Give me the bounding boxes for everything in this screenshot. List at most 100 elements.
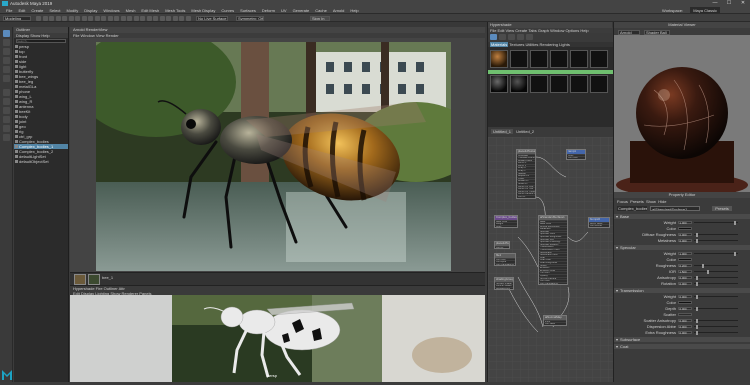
node-port[interactable]: Out Value: [544, 322, 566, 325]
render-thumbnail-2[interactable]: [88, 274, 100, 285]
material-swatch[interactable]: [590, 75, 608, 93]
menu-edit[interactable]: Edit: [18, 7, 25, 14]
lasso-tool-icon[interactable]: [3, 39, 10, 46]
layout-four-icon[interactable]: [3, 98, 10, 105]
status-tool-icon[interactable]: [62, 15, 67, 21]
presets-button[interactable]: Presets: [712, 206, 732, 211]
status-tool-icon[interactable]: [68, 15, 74, 21]
status-tool-icon[interactable]: [140, 15, 145, 21]
menu-display[interactable]: Display: [84, 7, 97, 14]
node-port[interactable]: Volume Shader: [495, 284, 513, 287]
layout-two-icon[interactable]: [3, 107, 10, 114]
status-tool-icon[interactable]: [42, 15, 48, 21]
attribute-value-field[interactable]: 0.000: [678, 330, 692, 335]
outliner-item[interactable]: defaultObjectSet: [14, 159, 68, 164]
shape-dropdown[interactable]: Shader Ball: [644, 29, 670, 35]
status-tool-icon[interactable]: [185, 15, 191, 21]
shader-node[interactable]: bump2d Bump Value Out Normal: [588, 217, 610, 228]
material-swatch[interactable]: [510, 50, 528, 68]
sign-in-button[interactable]: Sign In: [310, 15, 330, 21]
status-tool-icon[interactable]: [172, 15, 178, 21]
menu-arnold[interactable]: Arnold: [333, 7, 345, 14]
attribute-slider[interactable]: [694, 265, 738, 266]
menu-create[interactable]: Create: [31, 7, 43, 14]
close-button[interactable]: ✕: [736, 0, 750, 7]
scale-tool-icon[interactable]: [3, 75, 10, 82]
slider-handle[interactable]: [733, 251, 736, 256]
status-tool-icon[interactable]: [153, 15, 158, 21]
menu-windows[interactable]: Windows: [103, 7, 119, 14]
slider-handle[interactable]: [696, 318, 699, 323]
material-swatch[interactable]: [530, 75, 548, 93]
material-swatch[interactable]: [550, 50, 568, 68]
material-swatch[interactable]: [590, 50, 608, 68]
status-tool-icon[interactable]: [81, 15, 87, 21]
shader-node[interactable]: aiStandardSurface1 Base Base Color Diffuse …: [538, 215, 568, 286]
focus-link[interactable]: Focus: [617, 199, 628, 204]
node-port[interactable]: Surface Shader: [495, 281, 513, 284]
menu-select[interactable]: Select: [49, 7, 60, 14]
graph-tab-2[interactable]: Untitled_2: [514, 129, 536, 134]
hypershade-browser-icon[interactable]: [490, 34, 497, 40]
renderer-dropdown[interactable]: Arnold: [618, 29, 640, 35]
material-swatch[interactable]: [530, 50, 548, 68]
node-port[interactable]: Out UV: [517, 195, 535, 198]
shader-node[interactable]: place2dTexture2Out UV: [494, 241, 510, 250]
slider-handle[interactable]: [706, 269, 709, 274]
attribute-value-field[interactable]: 1.500: [678, 269, 692, 274]
node-port[interactable]: Vertex UV Two: [517, 187, 535, 190]
attribute-value-field[interactable]: 0.000: [678, 306, 692, 311]
hypershade-output-icon[interactable]: [517, 34, 524, 40]
section-header[interactable]: Coat: [614, 344, 750, 349]
attribute-value-field[interactable]: 0.000: [678, 275, 692, 280]
attribute-value-field[interactable]: 1.000: [678, 251, 692, 256]
shader-node[interactable]: file1 Out Color Out Alpha Out Transparency: [494, 253, 516, 267]
menu-surfaces[interactable]: Surfaces: [240, 7, 256, 14]
status-tool-icon[interactable]: [166, 15, 171, 21]
workspace-value[interactable]: Maya Classic: [690, 7, 720, 14]
node-graph[interactable]: place2dTextureCoverageTranslate FrameRot…: [488, 137, 613, 382]
material-swatch[interactable]: [490, 75, 508, 93]
material-swatch[interactable]: [510, 75, 528, 93]
node-port[interactable]: Out Color: [567, 156, 585, 159]
material-swatch[interactable]: [550, 75, 568, 93]
menu-curves[interactable]: Curves: [221, 7, 234, 14]
persp-viewport[interactable]: persp: [172, 295, 382, 382]
menu-generate[interactable]: Generate: [293, 7, 310, 14]
status-tool-icon[interactable]: [75, 15, 80, 21]
status-tool-icon[interactable]: [146, 15, 152, 21]
attribute-value-field[interactable]: 0.000: [678, 318, 692, 323]
node-port[interactable]: Vertex UV Three: [517, 189, 535, 192]
shader-node[interactable]: place2dTextureCoverageTranslate FrameRot…: [516, 149, 536, 199]
attribute-value-field[interactable]: 0.000: [678, 294, 692, 299]
status-tool-icon[interactable]: [36, 15, 41, 21]
layout-outliner-icon[interactable]: [3, 116, 10, 123]
graph-tab-1[interactable]: Untitled_1: [491, 129, 514, 134]
slider-handle[interactable]: [696, 238, 699, 243]
node-port[interactable]: Displacement: [495, 286, 513, 289]
section-header[interactable]: Transmission: [614, 288, 750, 293]
menu-uv[interactable]: UV: [281, 7, 287, 14]
attribute-slider[interactable]: [694, 271, 738, 272]
status-tool-icon[interactable]: [120, 15, 126, 21]
status-tool-icon[interactable]: [127, 15, 132, 21]
shader-node[interactable]: Complex_bodies_1ShapeBase ColorWeightCol…: [494, 215, 518, 229]
paint-select-icon[interactable]: [3, 48, 10, 55]
mode-dropdown[interactable]: Modeling: [3, 15, 31, 21]
attribute-value-field[interactable]: 1.000: [678, 220, 692, 225]
attribute-value-field[interactable]: [678, 257, 692, 262]
right-viewport[interactable]: [382, 295, 485, 382]
attribute-slider[interactable]: [694, 240, 738, 241]
attribute-value-field[interactable]: 0.000: [678, 281, 692, 286]
menu-cache[interactable]: Cache: [315, 7, 327, 14]
material-swatch[interactable]: [570, 75, 588, 93]
render-image[interactable]: [96, 42, 451, 271]
shader-node[interactable]: aiNormalMap Input Out Value: [543, 315, 567, 326]
rotate-tool-icon[interactable]: [3, 66, 10, 73]
slider-handle[interactable]: [702, 263, 705, 268]
attribute-value-field[interactable]: 0.200: [678, 263, 692, 268]
layout-custom-icon[interactable]: [3, 134, 10, 141]
presets-link[interactable]: Presets: [630, 199, 644, 204]
select-tool-icon[interactable]: [3, 30, 10, 37]
attribute-value-field[interactable]: 0.000: [678, 232, 692, 237]
